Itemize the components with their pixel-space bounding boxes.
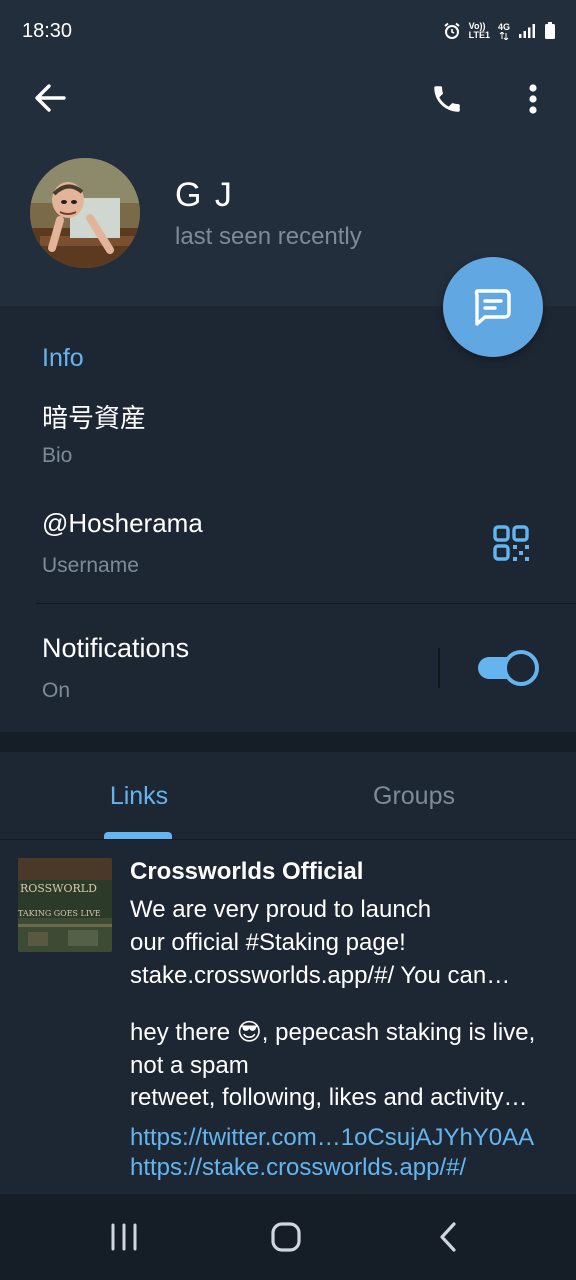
info-title: Info: [42, 344, 84, 372]
profile-name: G J: [175, 176, 234, 214]
back-button[interactable]: [26, 78, 74, 118]
network-text: 4G: [497, 21, 510, 32]
home-button[interactable]: [256, 1214, 316, 1260]
recent-apps-icon: [111, 1223, 137, 1251]
thumbnail-text-1: ROSSWORLD: [20, 882, 97, 895]
username-label: Username: [42, 554, 139, 577]
alarm-icon: [443, 22, 461, 40]
notifications-state: On: [42, 679, 71, 702]
link-url[interactable]: https://stake.crossworlds.app/#/: [130, 1154, 466, 1182]
username-value[interactable]: @Hosherama: [42, 508, 203, 539]
tab-indicator: [104, 832, 172, 839]
link-title[interactable]: Crossworlds Official: [130, 858, 363, 886]
home-icon: [271, 1222, 301, 1252]
chevron-left-icon: [440, 1222, 456, 1252]
more-options-button[interactable]: [510, 76, 556, 122]
network-indicator: 4G: [497, 21, 510, 40]
lte-text: LTE1: [468, 30, 490, 40]
thumbnail-text-2: TAKING GOES LIVE: [18, 909, 101, 918]
status-icons: Vo)) LTE1 4G: [443, 22, 556, 40]
notifications-title[interactable]: Notifications: [42, 633, 189, 664]
data-arrows-icon: [499, 31, 509, 40]
qr-code-button[interactable]: [486, 518, 536, 568]
vertical-divider: [438, 648, 440, 688]
info-section: Info 暗号資産 Bio @Hosherama Username Notifi…: [0, 306, 576, 732]
link-text-line: not a spam: [130, 1052, 249, 1079]
status-time: 18:30: [22, 20, 73, 42]
tab-groups[interactable]: Groups: [340, 752, 488, 840]
bio-label: Bio: [42, 444, 73, 467]
phone-icon: [434, 86, 460, 112]
message-button[interactable]: [443, 257, 543, 357]
link-url[interactable]: https://twitter.com…1oCsujAJYhY0AA: [130, 1124, 534, 1152]
status-bar: 18:30 Vo)) LTE1 4G: [0, 0, 576, 64]
recent-apps-button[interactable]: [94, 1214, 154, 1260]
arrow-left-icon: [35, 84, 66, 112]
link-text-line: hey there 😎, pepecash staking is live,: [130, 1019, 536, 1046]
avatar[interactable]: [30, 158, 140, 268]
signal-icon: [518, 23, 536, 39]
avatar-image: [30, 158, 140, 268]
toggle-knob: [503, 650, 539, 686]
tab-links[interactable]: Links: [80, 752, 198, 840]
nav-back-button[interactable]: [418, 1214, 478, 1260]
link-text-line: stake.crossworlds.app/#/ You can…: [130, 962, 511, 989]
section-gap: [0, 732, 576, 752]
qr-code-icon: [493, 525, 529, 561]
system-navigation-bar: [0, 1194, 576, 1280]
links-list: ROSSWORLD TAKING GOES LIVE Crossworlds O…: [0, 840, 576, 1194]
screen: 18:30 Vo)) LTE1 4G G J last seen recentl…: [0, 0, 576, 1280]
link-thumbnail[interactable]: ROSSWORLD TAKING GOES LIVE: [18, 858, 112, 952]
chat-bubble-icon: [474, 289, 511, 326]
volte-indicator: Vo)) LTE1: [469, 22, 490, 40]
crossworlds-thumbnail-image: ROSSWORLD TAKING GOES LIVE: [18, 858, 112, 952]
link-text-line: We are very proud to launch: [130, 896, 432, 923]
notifications-toggle[interactable]: [476, 650, 539, 686]
shared-media-tabs: Links Groups: [0, 752, 576, 840]
link-text-line: retweet, following, likes and activity…: [130, 1084, 528, 1111]
battery-icon: [544, 22, 556, 40]
bio-value[interactable]: 暗号資産: [42, 398, 146, 435]
link-text-line: our official #Staking page!: [130, 929, 406, 956]
more-vertical-icon: [529, 84, 537, 114]
profile-status: last seen recently: [175, 223, 362, 250]
divider: [36, 603, 576, 604]
call-button[interactable]: [424, 76, 470, 122]
